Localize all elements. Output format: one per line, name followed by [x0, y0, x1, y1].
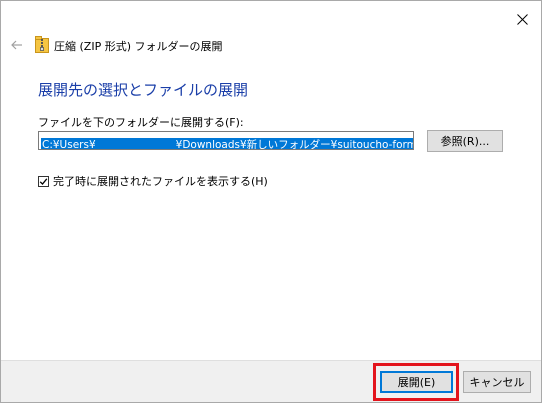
show-files-checkbox-label: 完了時に展開されたファイルを表示する(H) — [53, 175, 268, 188]
close-button[interactable] — [507, 6, 537, 32]
show-files-checkbox-row[interactable]: 完了時に展開されたファイルを表示する(H) — [38, 173, 268, 189]
dialog-footer — [1, 360, 541, 402]
path-prefix: C:¥Users¥ — [42, 139, 96, 150]
destination-path-input[interactable]: C:¥Users¥ ¥Downloads¥新しいフォルダー¥suitoucho-f… — [38, 131, 414, 150]
extract-dialog-window: 圧縮 (ZIP 形式) フォルダーの展開 展開先の選択とファイルの展開 ファイル… — [0, 0, 542, 403]
path-suffix: ¥Downloads¥新しいフォルダー¥suitoucho-format-1 — [175, 139, 414, 150]
zip-folder-icon — [35, 36, 49, 53]
browse-button[interactable]: 参照(R)... — [427, 130, 503, 152]
cancel-button[interactable]: キャンセル — [463, 371, 531, 393]
extract-highlight-box — [373, 363, 459, 401]
destination-label: ファイルを下のフォルダーに展開する(F): — [38, 116, 244, 129]
show-files-checkbox[interactable] — [38, 175, 49, 187]
back-button[interactable] — [7, 35, 27, 55]
close-icon — [516, 13, 528, 25]
path-selected-text: C:¥Users¥ ¥Downloads¥新しいフォルダー¥suitoucho-f… — [41, 138, 414, 150]
checkmark-icon — [39, 177, 48, 186]
page-heading: 展開先の選択とファイルの展開 — [38, 81, 249, 99]
back-arrow-icon — [11, 40, 23, 50]
window-title: 圧縮 (ZIP 形式) フォルダーの展開 — [54, 40, 223, 53]
